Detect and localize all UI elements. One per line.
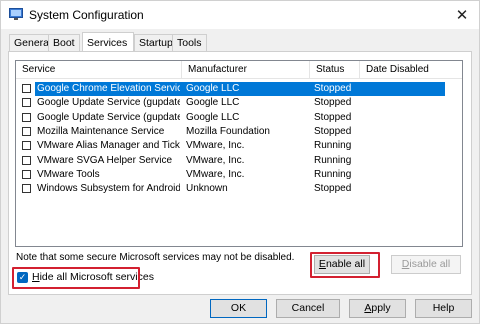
service-row[interactable]: Google Chrome Elevation Servic... Google … xyxy=(16,82,462,96)
service-date-disabled xyxy=(364,82,444,96)
disable-all-label: isable all xyxy=(409,258,451,270)
ok-button[interactable]: OK xyxy=(210,299,267,318)
service-date-disabled xyxy=(364,154,444,168)
service-status: Stopped xyxy=(314,83,352,94)
services-list[interactable]: Service Manufacturer Status Date Disable… xyxy=(15,60,463,247)
column-header-service[interactable]: Service xyxy=(16,61,182,78)
service-row[interactable]: VMware SVGA Helper Service VMware, Inc. Ru… xyxy=(16,154,462,168)
service-status: Running xyxy=(314,140,352,152)
service-name: VMware Tools xyxy=(37,168,100,180)
close-icon: ✕ xyxy=(455,7,469,24)
column-header-date-disabled[interactable]: Date Disabled xyxy=(360,61,462,78)
cancel-button[interactable]: Cancel xyxy=(276,299,340,318)
service-manufacturer: Google LLC xyxy=(186,111,240,123)
window-title: System Configuration xyxy=(29,8,144,22)
service-status: Running xyxy=(314,168,352,180)
help-button[interactable]: Help xyxy=(415,299,472,318)
system-configuration-icon xyxy=(9,8,23,20)
close-button[interactable]: ✕ xyxy=(445,1,479,29)
service-name: VMware SVGA Helper Service xyxy=(37,154,173,166)
service-checkbox[interactable] xyxy=(22,155,31,165)
service-manufacturer: Mozilla Foundation xyxy=(186,125,270,137)
enable-all-highlight xyxy=(310,252,380,278)
service-row[interactable]: Google Update Service (gupdate) Google LL… xyxy=(16,96,462,110)
service-manufacturer: Google LLC xyxy=(186,97,240,109)
tab-services[interactable]: Services xyxy=(82,32,134,51)
service-manufacturer: VMware, Inc. xyxy=(186,154,245,166)
service-manufacturer: VMware, Inc. xyxy=(186,168,245,180)
service-name: Mozilla Maintenance Service xyxy=(37,125,165,137)
service-status: Stopped xyxy=(314,111,352,123)
service-manufacturer: VMware, Inc. xyxy=(186,140,245,152)
service-name: Google Update Service (gupdate) xyxy=(37,97,180,109)
disable-all-button[interactable]: Disable all xyxy=(391,255,461,274)
service-checkbox[interactable] xyxy=(22,84,31,93)
service-row[interactable]: Mozilla Maintenance Service Mozilla Found… xyxy=(16,125,462,139)
apply-button[interactable]: Apply xyxy=(349,299,406,318)
column-header-status[interactable]: Status xyxy=(310,61,360,78)
service-date-disabled xyxy=(364,111,444,125)
secure-services-note: Note that some secure Microsoft services… xyxy=(16,252,295,263)
service-checkbox[interactable] xyxy=(22,141,31,151)
service-name: Google Update Service (gupdatem) xyxy=(37,111,180,123)
service-row[interactable]: Windows Subsystem for Android™ Unknown Sto… xyxy=(16,182,462,196)
service-checkbox[interactable] xyxy=(22,169,31,179)
service-name: Windows Subsystem for Android™ xyxy=(37,183,180,195)
service-date-disabled xyxy=(364,139,444,153)
service-date-disabled xyxy=(364,182,444,196)
service-name: VMware Alias Manager and Ticke... xyxy=(37,140,180,152)
service-date-disabled xyxy=(364,96,444,110)
tab-tools[interactable]: Tools xyxy=(172,34,207,51)
service-date-disabled xyxy=(364,168,444,182)
service-status: Stopped xyxy=(314,97,352,109)
title-bar: System Configuration ✕ xyxy=(1,1,479,29)
service-checkbox[interactable] xyxy=(22,112,31,122)
service-status: Stopped xyxy=(314,183,352,195)
column-header-manufacturer[interactable]: Manufacturer xyxy=(182,61,310,78)
service-row[interactable]: Google Update Service (gupdatem) Google L… xyxy=(16,111,462,125)
service-name: Google Chrome Elevation Servic... xyxy=(37,83,180,94)
service-manufacturer: Unknown xyxy=(186,183,228,195)
service-row[interactable]: VMware Alias Manager and Ticke... VMware,… xyxy=(16,139,462,153)
service-status: Stopped xyxy=(314,125,352,137)
service-date-disabled xyxy=(364,125,444,139)
service-checkbox[interactable] xyxy=(22,126,31,136)
apply-label: pply xyxy=(371,302,391,314)
hide-microsoft-highlight xyxy=(12,267,140,289)
service-checkbox[interactable] xyxy=(22,98,31,108)
system-configuration-window: System Configuration ✕ General Boot Serv… xyxy=(0,0,480,324)
service-manufacturer: Google LLC xyxy=(186,83,240,94)
service-checkbox[interactable] xyxy=(22,184,31,194)
tab-boot[interactable]: Boot xyxy=(48,34,80,51)
list-header: Service Manufacturer Status Date Disable… xyxy=(16,61,462,79)
service-status: Running xyxy=(314,154,352,166)
service-row[interactable]: VMware Tools VMware, Inc. Running xyxy=(16,168,462,182)
